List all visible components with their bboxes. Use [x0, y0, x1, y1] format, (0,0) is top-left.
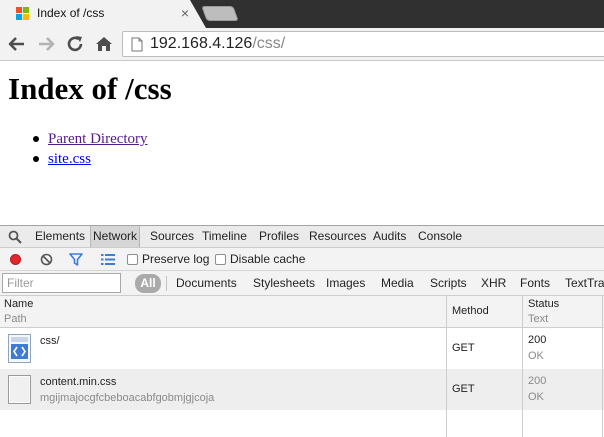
browser-toolbar: 192.168.4.126/css/ [0, 28, 604, 61]
back-button[interactable] [6, 33, 28, 55]
record-button[interactable] [10, 254, 21, 265]
network-filter-bar: All Documents Stylesheets Images Media S… [0, 271, 604, 296]
tab-strip: Index of /css × [0, 0, 604, 28]
windows-logo-icon [16, 7, 30, 21]
type-filter-all[interactable]: All [135, 274, 161, 293]
directory-listing: Parent Directory site.css [33, 129, 148, 169]
parent-directory-link[interactable]: Parent Directory [48, 131, 148, 147]
tab-elements[interactable]: Elements [34, 226, 86, 247]
type-filter-images[interactable]: Images [326, 276, 365, 290]
search-icon[interactable] [8, 230, 22, 244]
column-divider[interactable] [602, 296, 603, 437]
type-filter-documents[interactable]: Documents [176, 276, 237, 290]
url-host: 192.168.4.126 [150, 35, 253, 52]
preserve-log-checkbox[interactable] [127, 254, 138, 265]
url-text: 192.168.4.126/css/ [150, 35, 285, 53]
home-button[interactable] [93, 33, 115, 55]
devtools-panel: Elements Network Sources Timeline Profil… [0, 225, 604, 437]
page-content: Index of /css Parent Directory site.css [0, 61, 604, 225]
column-name-header[interactable]: Name [4, 298, 33, 310]
tab-console[interactable]: Console [417, 226, 463, 247]
address-bar[interactable]: 192.168.4.126/css/ [122, 31, 604, 57]
site-css-link[interactable]: site.css [48, 151, 91, 167]
clear-icon[interactable] [40, 253, 53, 266]
tab-network[interactable]: Network [90, 226, 141, 247]
request-status-text: OK [528, 350, 544, 362]
request-status: 200 [528, 375, 547, 387]
forward-arrow-icon [39, 37, 55, 51]
url-path: /css/ [252, 35, 286, 52]
html-document-icon [8, 334, 31, 363]
column-divider[interactable] [522, 296, 523, 437]
divider [166, 276, 167, 291]
request-method: GET [452, 342, 475, 354]
table-row[interactable]: content.min.css mgijmajocgfcbeboacabfgob… [0, 369, 604, 410]
browser-tab[interactable]: Index of /css × [0, 0, 206, 28]
disable-cache-label: Disable cache [230, 252, 306, 266]
list-item: Parent Directory [33, 129, 148, 149]
type-filter-scripts[interactable]: Scripts [430, 276, 467, 290]
tab-timeline[interactable]: Timeline [201, 226, 248, 247]
network-grid-header: Name Path Method Status Text [0, 296, 604, 328]
request-name: css/ [40, 335, 60, 347]
network-controls: Preserve log Disable cache [0, 248, 604, 271]
filter-input[interactable] [2, 273, 121, 293]
tab-title: Index of /css [37, 6, 105, 20]
column-text-header[interactable]: Text [528, 313, 548, 325]
reload-icon [67, 36, 83, 52]
tab-sources[interactable]: Sources [149, 226, 195, 247]
generic-file-icon [8, 375, 31, 404]
new-tab-button[interactable] [201, 6, 239, 21]
column-path-header[interactable]: Path [4, 313, 27, 325]
type-filter-fonts[interactable]: Fonts [520, 276, 550, 290]
tab-resources[interactable]: Resources [308, 226, 367, 247]
type-filter-texttrack[interactable]: TextTra [565, 276, 604, 290]
type-filter-xhr[interactable]: XHR [481, 276, 506, 290]
column-status-header[interactable]: Status [528, 298, 559, 310]
table-row[interactable]: css/ GET 200 OK [0, 328, 604, 369]
type-filter-stylesheets[interactable]: Stylesheets [253, 276, 315, 290]
tab-audits[interactable]: Audits [372, 226, 407, 247]
forward-button[interactable] [35, 33, 57, 55]
request-path: mgijmajocgfcbeboacabfgobmjgjcoja [40, 392, 215, 404]
page-icon [131, 37, 143, 52]
tab-profiles[interactable]: Profiles [258, 226, 300, 247]
disable-cache-checkbox[interactable] [215, 254, 226, 265]
request-method: GET [452, 383, 475, 395]
filter-icon[interactable] [69, 253, 83, 266]
column-divider[interactable] [446, 296, 447, 437]
large-rows-icon[interactable] [101, 254, 115, 265]
preserve-log-label: Preserve log [142, 252, 210, 266]
devtools-tab-bar: Elements Network Sources Timeline Profil… [0, 226, 604, 248]
page-heading: Index of /css [8, 71, 172, 106]
network-grid-empty-area [0, 410, 604, 437]
type-filter-media[interactable]: Media [381, 276, 414, 290]
request-status: 200 [528, 334, 547, 346]
home-icon [96, 37, 112, 51]
back-arrow-icon [8, 37, 24, 51]
request-status-text: OK [528, 391, 544, 403]
request-name: content.min.css [40, 376, 117, 388]
close-tab-icon[interactable]: × [178, 5, 192, 21]
reload-button[interactable] [64, 33, 86, 55]
column-method-header[interactable]: Method [452, 305, 489, 317]
list-item: site.css [33, 149, 148, 169]
